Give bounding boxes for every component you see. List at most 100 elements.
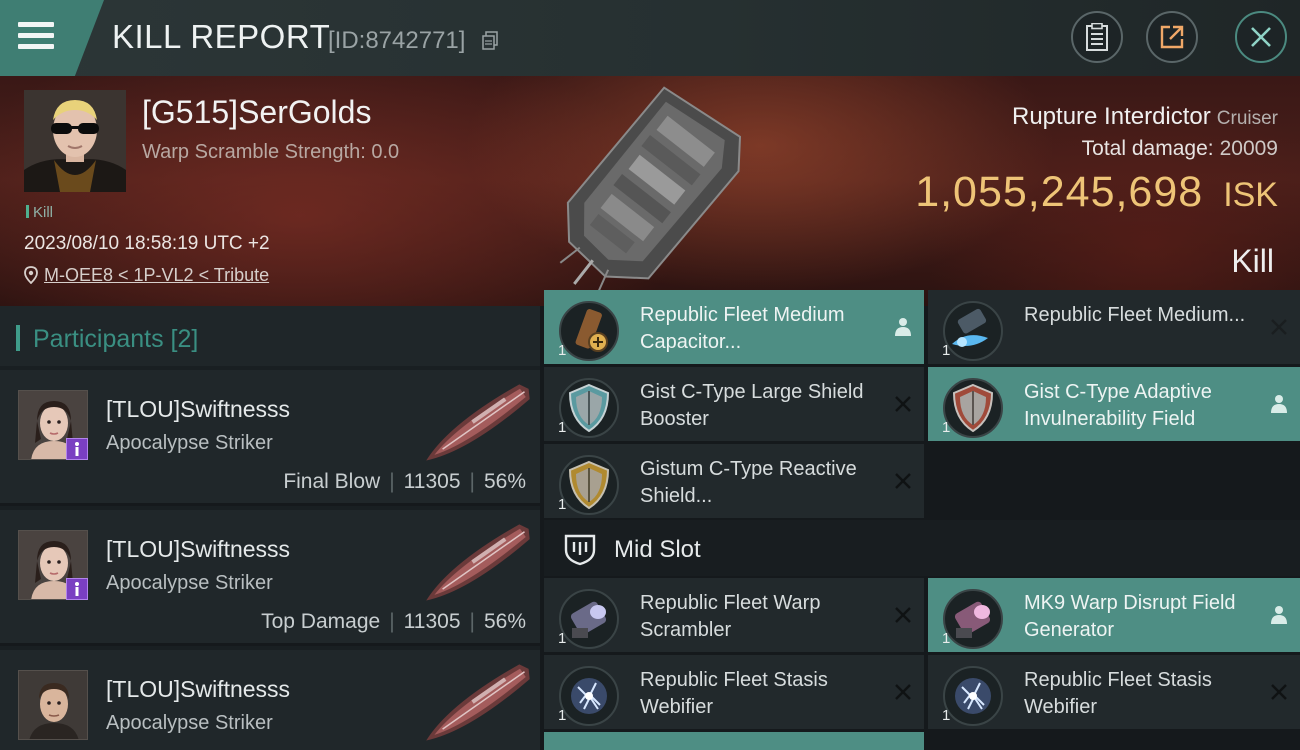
victim-name[interactable]: [G515]SerGolds <box>142 94 371 131</box>
destroyed-icon <box>895 684 911 700</box>
participants-header: Participants [2] <box>0 306 540 366</box>
module-name: Republic Fleet Stasis Webifier <box>1024 669 1212 718</box>
participant-ship: Apocalypse Striker <box>106 432 273 454</box>
warp-scramble-strength: Warp Scramble Strength: 0.0 <box>142 141 400 163</box>
victim-ship-type: Rupture Interdictor Cruiser <box>1012 103 1278 131</box>
pilot-icon <box>1271 606 1287 624</box>
isk-unit: ISK <box>1223 176 1278 214</box>
kill-tag: Kill <box>26 204 53 221</box>
victim-ship-image[interactable] <box>540 80 760 295</box>
mid-slot-label: Mid Slot <box>614 536 701 563</box>
victim-portrait-image <box>24 90 126 192</box>
destroyed-icon <box>1271 684 1287 700</box>
report-id: [ID:8742771] <box>328 27 466 54</box>
pilot-icon <box>895 318 911 336</box>
warp-disruptor-icon <box>943 589 1003 649</box>
module-item[interactable]: 1 Gistum C-Type Reactive Shield... <box>544 444 924 518</box>
module-item[interactable]: 1 Republic Fleet Medium Capacitor... <box>544 290 924 364</box>
module-item[interactable]: 1 Gist C-Type Large Shield Booster <box>544 367 924 441</box>
participant-ship-image <box>426 664 530 741</box>
close-icon <box>1251 27 1271 47</box>
participant-damage: 11305 <box>403 610 461 633</box>
menu-button[interactable] <box>0 0 104 76</box>
kill-tag-label: Kill <box>33 204 54 221</box>
module-name: Republic Fleet Warp Scrambler <box>640 592 821 641</box>
destroyed-icon <box>895 473 911 489</box>
stats-divider: | <box>469 470 475 493</box>
participant-percent: 56% <box>483 610 526 633</box>
participant-ship-image <box>426 384 530 461</box>
participant-avatar[interactable] <box>18 670 88 740</box>
module-item[interactable] <box>544 732 924 750</box>
module-item[interactable]: 1 Republic Fleet Warp Scrambler <box>544 578 924 652</box>
participant-card[interactable]: [TLOU]Swiftnesss Apocalypse Striker Fina… <box>0 370 540 506</box>
location-pin-icon <box>24 266 38 284</box>
participant-card[interactable]: [TLOU]Swiftnesss Apocalypse Striker <box>0 650 540 750</box>
stasis-webifier-icon <box>943 666 1003 726</box>
module-quantity: 1 <box>558 707 567 724</box>
capacitor-module-icon <box>943 301 1003 361</box>
participant-role: Final Blow <box>283 470 381 493</box>
total-damage-value: 20009 <box>1219 137 1278 160</box>
total-damage: Total damage: 20009 <box>1082 137 1278 161</box>
participant-damage: 11305 <box>403 470 461 493</box>
clipboard-button[interactable] <box>1071 11 1123 63</box>
isk-amount: 1,055,245,698 <box>915 168 1204 216</box>
module-name: Gistum C-Type Reactive Shield... <box>640 458 857 507</box>
module-item[interactable]: 1 Republic Fleet Stasis Webifier <box>928 655 1300 729</box>
ship-class: Cruiser <box>1216 108 1278 129</box>
corp-badge-icon <box>66 578 88 600</box>
participant-name[interactable]: [TLOU]Swiftnesss <box>106 536 290 563</box>
module-quantity: 1 <box>942 707 951 724</box>
mid-slot-icon <box>564 534 596 566</box>
participant-ship-image <box>426 524 530 601</box>
clipboard-icon <box>1086 23 1108 51</box>
module-item[interactable]: 1 Republic Fleet Stasis Webifier <box>544 655 924 729</box>
module-item[interactable]: 1 Gist C-Type Adaptive Invulnerability F… <box>928 367 1300 441</box>
participants-panel: Participants [2] [TLOU]Swiftnesss Apocal… <box>0 306 540 750</box>
module-name: Republic Fleet Stasis Webifier <box>640 669 828 718</box>
participants-header-marker <box>16 325 20 351</box>
module-name: Republic Fleet Medium... <box>1024 304 1246 326</box>
mid-slot-header: Mid Slot <box>544 520 1300 576</box>
close-button[interactable] <box>1235 11 1287 63</box>
capacitor-booster-icon <box>559 301 619 361</box>
module-quantity: 1 <box>558 496 567 513</box>
share-icon <box>1160 25 1184 49</box>
victim-avatar[interactable] <box>24 90 126 192</box>
copy-icon[interactable] <box>482 31 498 50</box>
menu-icon-line <box>18 33 54 38</box>
participant-ship: Apocalypse Striker <box>106 572 273 594</box>
top-bar: KILL REPORT [ID:8742771] <box>0 0 1300 76</box>
menu-icon-line <box>18 44 54 49</box>
module-item[interactable]: 1 MK9 Warp Disrupt Field Generator <box>928 578 1300 652</box>
menu-icon <box>18 22 54 27</box>
participant-stats: Top Damage | 11305 | 56% <box>261 610 526 634</box>
location-link[interactable]: M-OEE8 < 1P-VL2 < Tribute <box>44 265 269 285</box>
kill-location[interactable]: M-OEE8 < 1P-VL2 < Tribute <box>24 265 269 286</box>
reactive-shield-icon <box>559 455 619 515</box>
isk-value: 1,055,245,698 ISK <box>915 168 1278 217</box>
shield-booster-icon <box>559 378 619 438</box>
invulnerability-field-icon <box>943 378 1003 438</box>
ship-name[interactable]: Rupture Interdictor <box>1012 103 1211 130</box>
participant-percent: 56% <box>483 470 526 493</box>
module-item[interactable]: 1 Republic Fleet Medium... <box>928 290 1300 364</box>
module-quantity: 1 <box>558 342 567 359</box>
participant-name[interactable]: [TLOU]Swiftnesss <box>106 396 290 423</box>
page-title: KILL REPORT <box>112 18 331 55</box>
participants-title: Participants [2] <box>33 325 199 353</box>
stats-divider: | <box>389 610 395 633</box>
kill-datetime: 2023/08/10 18:58:19 UTC +2 <box>24 233 270 254</box>
participant-name[interactable]: [TLOU]Swiftnesss <box>106 676 290 703</box>
module-quantity: 1 <box>942 630 951 647</box>
corp-badge-icon <box>66 438 88 460</box>
warp-scrambler-icon <box>559 589 619 649</box>
destroyed-icon <box>1271 319 1287 335</box>
share-button[interactable] <box>1146 11 1198 63</box>
destroyed-icon <box>895 607 911 623</box>
total-damage-label: Total damage: <box>1081 137 1214 160</box>
stats-divider: | <box>469 610 475 633</box>
participant-card[interactable]: [TLOU]Swiftnesss Apocalypse Striker Top … <box>0 510 540 646</box>
kill-tag-marker <box>26 205 29 218</box>
